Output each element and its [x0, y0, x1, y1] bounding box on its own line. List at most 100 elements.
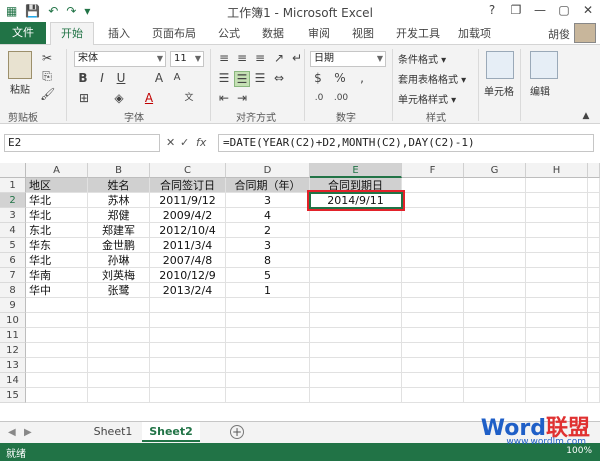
collapse-ribbon-icon[interactable]: ▲	[580, 109, 592, 123]
grid-cell[interactable]: 2007/4/8	[150, 253, 226, 268]
sheet-tab-sheet2[interactable]: Sheet2	[142, 422, 200, 442]
align-bottom-icon[interactable]: ≡	[252, 51, 268, 65]
close-button[interactable]: ✕	[576, 0, 600, 20]
align-top-icon[interactable]: ≡	[216, 51, 232, 65]
grid-cell[interactable]	[310, 373, 402, 388]
grid-cell[interactable]	[402, 208, 464, 223]
grid-cell[interactable]	[526, 388, 588, 403]
grid-cell[interactable]	[526, 193, 588, 208]
row-header[interactable]: 6	[0, 253, 26, 268]
grid-cell[interactable]	[226, 358, 310, 373]
grid-cell[interactable]: 孙琳	[88, 253, 150, 268]
grid-cell[interactable]: 华东	[26, 238, 88, 253]
grid-cell[interactable]	[402, 313, 464, 328]
grid-cell[interactable]	[526, 313, 588, 328]
grid-cell[interactable]: 郑建军	[88, 223, 150, 238]
accounting-format-icon[interactable]: $	[310, 71, 326, 85]
help-button[interactable]: ?	[480, 0, 504, 20]
grid-cell[interactable]	[26, 343, 88, 358]
insert-function-icon[interactable]: fx	[196, 136, 206, 149]
increase-font-icon[interactable]: A	[152, 71, 166, 85]
grid-cell[interactable]	[464, 268, 526, 283]
grid-cell[interactable]: 2009/4/2	[150, 208, 226, 223]
name-box[interactable]: E2	[4, 134, 160, 152]
grid-cell[interactable]	[526, 208, 588, 223]
grid-cell[interactable]	[26, 328, 88, 343]
row-header[interactable]: 15	[0, 388, 26, 403]
row-header[interactable]: 9	[0, 298, 26, 313]
grid-cell[interactable]	[310, 283, 402, 298]
grid-cell[interactable]	[526, 223, 588, 238]
column-header-b[interactable]: B	[88, 163, 150, 178]
fill-color-icon[interactable]: ◈	[112, 91, 126, 105]
grid-cell[interactable]: 4	[226, 208, 310, 223]
grid-cell[interactable]: 郑健	[88, 208, 150, 223]
grid-cell[interactable]	[310, 328, 402, 343]
grid-cell[interactable]	[88, 358, 150, 373]
cancel-icon[interactable]: ✕	[166, 136, 175, 149]
row-header[interactable]: 2	[0, 193, 26, 208]
grid-cell[interactable]	[588, 328, 600, 343]
grid-cell[interactable]: 华北	[26, 193, 88, 208]
grid-cell[interactable]	[588, 358, 600, 373]
grid-cell[interactable]: 3	[226, 193, 310, 208]
row-header[interactable]: 12	[0, 343, 26, 358]
grid-cell[interactable]	[526, 238, 588, 253]
select-all-corner[interactable]	[0, 163, 26, 178]
grid-cell[interactable]	[526, 373, 588, 388]
comma-style-icon[interactable]: ,	[354, 71, 370, 85]
grid-cell[interactable]	[588, 223, 600, 238]
grid-cell[interactable]	[526, 253, 588, 268]
grid-cell[interactable]: 东北	[26, 223, 88, 238]
align-middle-icon[interactable]: ≡	[234, 51, 250, 65]
row-header[interactable]: 10	[0, 313, 26, 328]
row-header[interactable]: 5	[0, 238, 26, 253]
header-cell[interactable]: 姓名	[88, 178, 150, 193]
grid-cell[interactable]	[588, 208, 600, 223]
row-header[interactable]: 7	[0, 268, 26, 283]
grid-cell[interactable]	[402, 328, 464, 343]
column-header-h[interactable]: H	[526, 163, 588, 178]
grid-cell[interactable]: 8	[226, 253, 310, 268]
grid-cell[interactable]	[88, 343, 150, 358]
grid-cell[interactable]	[26, 373, 88, 388]
grid-cell[interactable]: 华北	[26, 253, 88, 268]
grid-cell[interactable]: 5	[226, 268, 310, 283]
grid-cell[interactable]	[26, 358, 88, 373]
grid-cell[interactable]	[588, 193, 600, 208]
grid-cell[interactable]	[464, 358, 526, 373]
editing-button[interactable]: 编辑	[530, 83, 550, 98]
grid-cell[interactable]	[88, 328, 150, 343]
column-header-a[interactable]: A	[26, 163, 88, 178]
align-center-icon[interactable]: ☰	[234, 71, 250, 87]
grid-cell[interactable]	[402, 178, 464, 193]
grid-cell[interactable]	[88, 313, 150, 328]
tab-addins[interactable]: 加载项	[458, 25, 491, 41]
grid-cell[interactable]	[150, 373, 226, 388]
format-as-table-button[interactable]: 套用表格格式 ▾	[398, 71, 466, 86]
grid-cell[interactable]	[464, 298, 526, 313]
grid-cell[interactable]: 刘英梅	[88, 268, 150, 283]
grid-cell[interactable]	[150, 343, 226, 358]
grid-cell[interactable]	[26, 388, 88, 403]
increase-indent-icon[interactable]: ⇥	[234, 91, 250, 105]
grid-cell[interactable]	[402, 343, 464, 358]
grid-cell[interactable]: 1	[226, 283, 310, 298]
grid-cell[interactable]	[588, 268, 600, 283]
grid-cell[interactable]	[150, 313, 226, 328]
grid-cell[interactable]	[588, 253, 600, 268]
copy-icon[interactable]: ⎘	[40, 69, 54, 83]
increase-decimal-icon[interactable]: .0	[310, 91, 328, 105]
grid-cell[interactable]	[310, 253, 402, 268]
user-name[interactable]: 胡俊	[548, 26, 570, 42]
number-format-select[interactable]: 日期 ▼	[310, 51, 386, 67]
tab-home[interactable]: 开始	[50, 22, 94, 45]
grid-cell[interactable]: 张鹭	[88, 283, 150, 298]
tab-developer[interactable]: 开发工具	[396, 25, 440, 41]
merge-center-icon[interactable]: ⇔	[272, 71, 286, 85]
grid-cell[interactable]: 华南	[26, 268, 88, 283]
bold-icon[interactable]: B	[77, 71, 89, 85]
grid-cell[interactable]	[464, 238, 526, 253]
row-header[interactable]: 4	[0, 223, 26, 238]
grid-cell[interactable]	[588, 298, 600, 313]
